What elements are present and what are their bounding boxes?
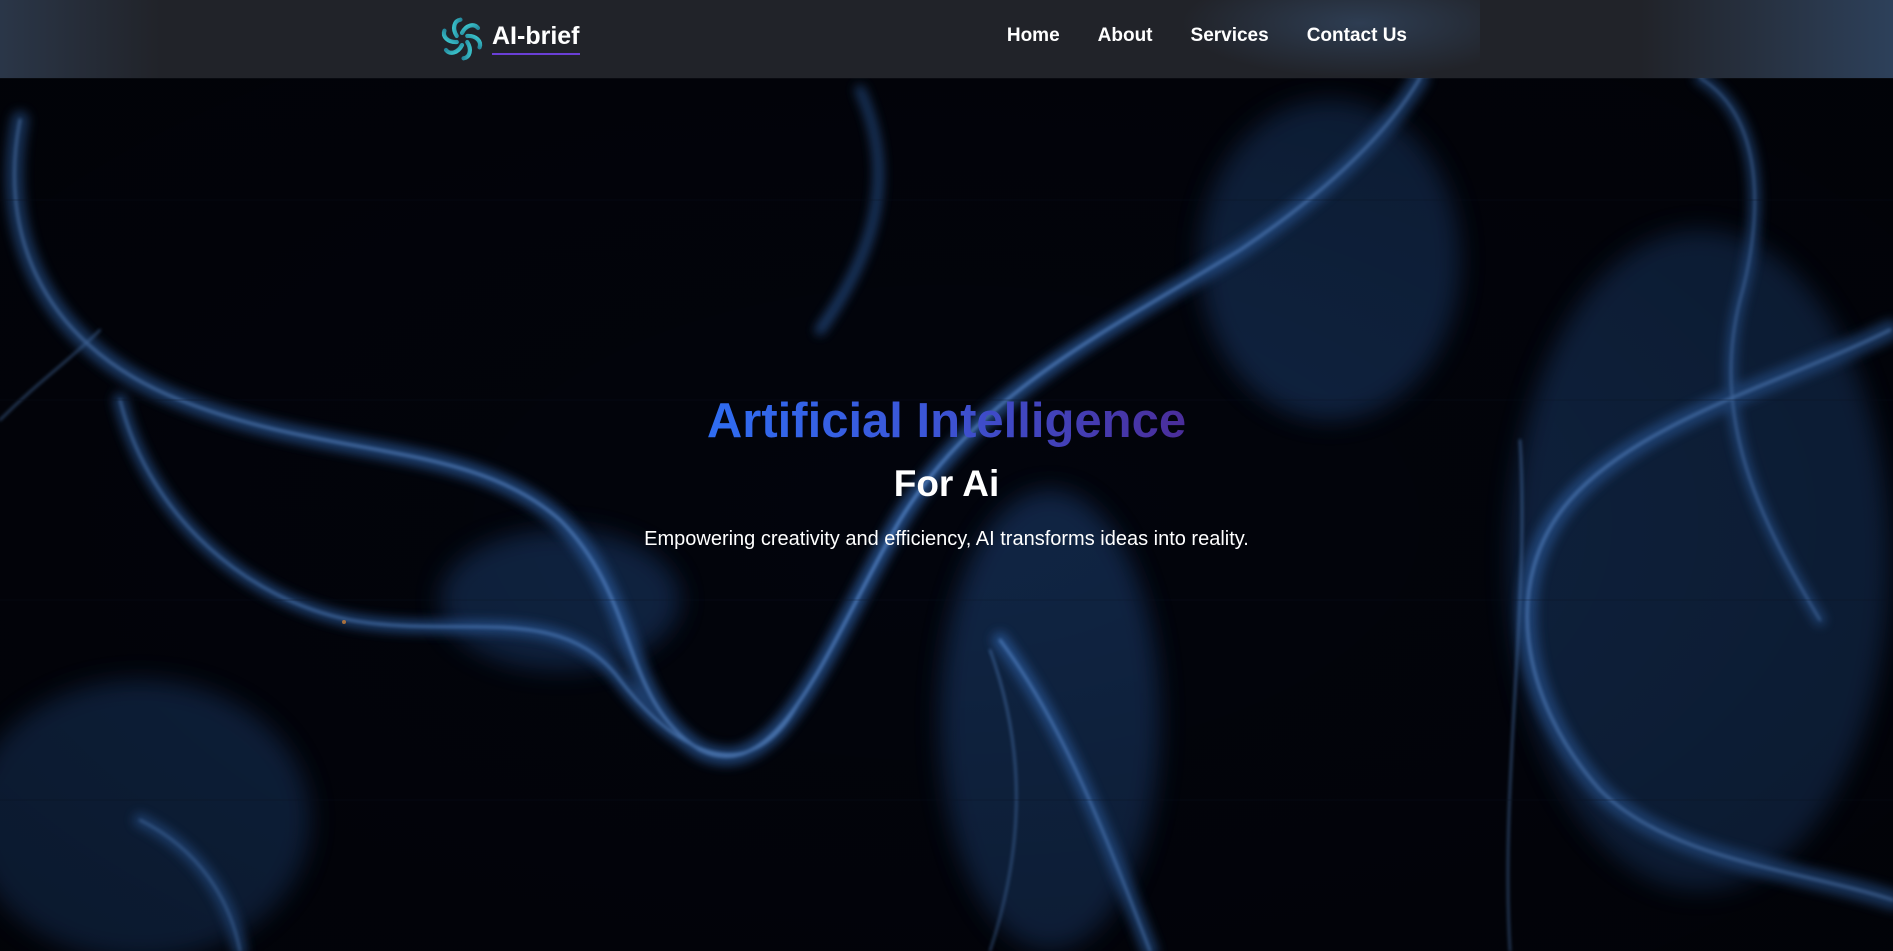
main-navigation: Home About Services Contact Us [1007,0,1407,72]
hero-section: Artificial Intelligence For Ai Empowerin… [0,390,1893,552]
hero-description: Empowering creativity and efficiency, AI… [644,528,1249,550]
brand-home-link[interactable]: AI-brief [438,10,580,68]
flower-spiral-logo-icon [441,17,483,61]
hero-title: Artificial Intelligence [707,390,1186,452]
brand-name: AI-brief [492,23,580,55]
nav-link-about[interactable]: About [1098,25,1153,47]
navbar: AI-brief Home About Services Contact Us [0,0,1893,78]
nav-link-services[interactable]: Services [1191,25,1269,47]
nav-link-home[interactable]: Home [1007,25,1060,47]
hero-subtitle: For Ai [893,463,1000,504]
page: AI-brief Home About Services Contact Us … [0,0,1893,951]
glowing-particle [342,620,346,624]
nav-link-contact-us[interactable]: Contact Us [1307,25,1407,47]
